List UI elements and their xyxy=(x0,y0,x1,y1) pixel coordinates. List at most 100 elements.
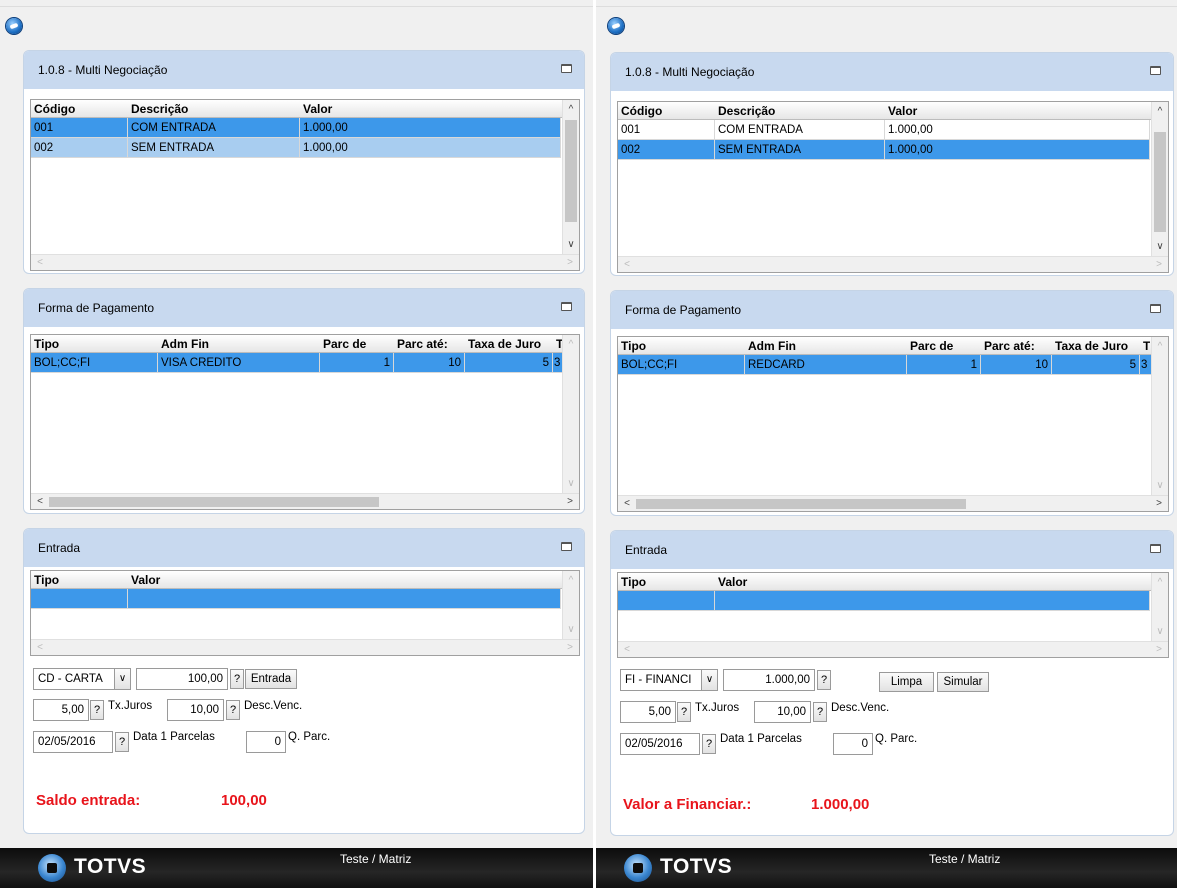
desc-venc-field[interactable]: 10,00 xyxy=(167,699,224,721)
column-header-taxa-juros[interactable]: Taxa de Juro xyxy=(465,335,553,352)
column-header-tipo[interactable]: Tipo xyxy=(618,337,745,354)
scroll-up-icon[interactable]: ^ xyxy=(1153,105,1167,119)
pagamento-grid[interactable]: Tipo Adm Fin Parc de Parc até: Taxa de J… xyxy=(30,334,580,510)
tipo-dropdown[interactable]: CD - CARTA ∨ xyxy=(33,668,131,690)
simular-button[interactable]: Simular xyxy=(937,672,989,692)
column-header-descricao[interactable]: Descrição xyxy=(128,100,300,117)
tx-juros-field[interactable]: 5,00 xyxy=(620,701,676,723)
tipo-dropdown[interactable]: FI - FINANCI ∨ xyxy=(620,669,718,691)
limpa-button[interactable]: Limpa xyxy=(879,672,934,692)
column-header-valor[interactable]: Valor xyxy=(885,102,1147,119)
table-row[interactable] xyxy=(618,591,1150,611)
scroll-left-icon[interactable]: < xyxy=(620,497,634,511)
scroll-right-icon[interactable]: > xyxy=(1152,497,1166,511)
horizontal-scrollbar[interactable]: < > xyxy=(31,493,579,509)
vertical-scrollbar[interactable]: ^ ∨ xyxy=(562,571,579,639)
help-button[interactable]: ? xyxy=(115,732,129,752)
minimize-icon[interactable] xyxy=(1150,544,1161,553)
entrada-grid[interactable]: Tipo Valor ^ ∨ < > xyxy=(30,570,580,656)
data-parcela-field[interactable]: 02/05/2016 xyxy=(33,731,113,753)
negociacao-grid[interactable]: Código Descrição Valor 001 COM ENTRADA 1… xyxy=(617,101,1169,273)
horizontal-scrollbar[interactable]: < > xyxy=(618,495,1168,511)
entrada-button[interactable]: Entrada xyxy=(245,669,297,689)
help-button[interactable]: ? xyxy=(702,734,716,754)
scroll-left-icon[interactable]: < xyxy=(33,641,47,655)
scroll-right-icon[interactable]: > xyxy=(563,256,577,270)
scroll-left-icon[interactable]: < xyxy=(620,258,634,272)
column-header-tipo[interactable]: Tipo xyxy=(31,571,128,588)
column-header-parc-ate[interactable]: Parc até: xyxy=(394,335,465,352)
entrada-amount-field[interactable]: 100,00 xyxy=(136,668,228,690)
help-button[interactable]: ? xyxy=(230,669,244,689)
column-header-codigo[interactable]: Código xyxy=(618,102,715,119)
minimize-icon[interactable] xyxy=(1150,66,1161,75)
column-header-tipo[interactable]: Tipo xyxy=(31,335,158,352)
help-button[interactable]: ? xyxy=(813,702,827,722)
help-button[interactable]: ? xyxy=(226,700,240,720)
pagamento-grid[interactable]: Tipo Adm Fin Parc de Parc até: Taxa de J… xyxy=(617,336,1169,512)
column-header-parc-ate[interactable]: Parc até: xyxy=(981,337,1052,354)
horizontal-scrollbar[interactable]: < > xyxy=(618,641,1168,657)
scroll-down-icon[interactable]: ∨ xyxy=(564,623,578,637)
column-header-taxa-juros[interactable]: Taxa de Juro xyxy=(1052,337,1140,354)
scroll-down-icon[interactable]: ∨ xyxy=(564,238,578,252)
horizontal-scrollbar[interactable]: < > xyxy=(31,639,579,655)
q-parc-field[interactable]: 0 xyxy=(833,733,873,755)
entrada-grid[interactable]: Tipo Valor ^ ∨ < > xyxy=(617,572,1169,658)
entrada-amount-field[interactable]: 1.000,00 xyxy=(723,669,815,691)
column-header-tipo[interactable]: Tipo xyxy=(618,573,715,590)
tx-juros-field[interactable]: 5,00 xyxy=(33,699,89,721)
vertical-scrollbar[interactable]: ^ ∨ xyxy=(562,335,579,493)
horizontal-scrollbar[interactable]: < > xyxy=(618,256,1168,272)
scroll-left-icon[interactable]: < xyxy=(33,495,47,509)
scroll-thumb[interactable] xyxy=(565,120,577,222)
scroll-down-icon[interactable]: ∨ xyxy=(1153,479,1167,493)
scroll-up-icon[interactable]: ^ xyxy=(564,338,578,352)
column-header-valor[interactable]: Valor xyxy=(300,100,558,117)
table-row[interactable]: BOL;CC;FI VISA CREDITO 1 10 5 3 xyxy=(31,353,563,373)
minimize-icon[interactable] xyxy=(561,64,572,73)
table-row[interactable]: 002 SEM ENTRADA 1.000,00 xyxy=(618,140,1150,160)
minimize-icon[interactable] xyxy=(561,302,572,311)
column-header-parc-de[interactable]: Parc de xyxy=(320,335,394,352)
scroll-up-icon[interactable]: ^ xyxy=(564,103,578,117)
data-parcela-field[interactable]: 02/05/2016 xyxy=(620,733,700,755)
negociacao-grid[interactable]: Código Descrição Valor 001 COM ENTRADA 1… xyxy=(30,99,580,271)
scroll-down-icon[interactable]: ∨ xyxy=(1153,240,1167,254)
scroll-up-icon[interactable]: ^ xyxy=(1153,576,1167,590)
globe-icon[interactable] xyxy=(6,18,22,34)
table-row[interactable] xyxy=(31,589,561,609)
scroll-thumb[interactable] xyxy=(49,497,379,507)
scroll-right-icon[interactable]: > xyxy=(563,495,577,509)
scroll-down-icon[interactable]: ∨ xyxy=(1153,625,1167,639)
column-header-descricao[interactable]: Descrição xyxy=(715,102,885,119)
scroll-down-icon[interactable]: ∨ xyxy=(564,477,578,491)
q-parc-field[interactable]: 0 xyxy=(246,731,286,753)
desc-venc-field[interactable]: 10,00 xyxy=(754,701,811,723)
column-header-valor[interactable]: Valor xyxy=(128,571,428,588)
column-header-adm-fin[interactable]: Adm Fin xyxy=(745,337,907,354)
scroll-up-icon[interactable]: ^ xyxy=(1153,340,1167,354)
help-button[interactable]: ? xyxy=(90,700,104,720)
column-header-t[interactable]: T xyxy=(1140,337,1150,354)
chevron-down-icon[interactable]: ∨ xyxy=(701,670,717,690)
chevron-down-icon[interactable]: ∨ xyxy=(114,669,130,689)
scroll-right-icon[interactable]: > xyxy=(563,641,577,655)
table-row[interactable]: BOL;CC;FI REDCARD 1 10 5 3 xyxy=(618,355,1152,375)
table-row[interactable]: 001 COM ENTRADA 1.000,00 xyxy=(618,120,1150,140)
column-header-codigo[interactable]: Código xyxy=(31,100,128,117)
column-header-adm-fin[interactable]: Adm Fin xyxy=(158,335,320,352)
table-row[interactable]: 001 COM ENTRADA 1.000,00 xyxy=(31,118,561,138)
minimize-icon[interactable] xyxy=(561,542,572,551)
help-button[interactable]: ? xyxy=(677,702,691,722)
scroll-right-icon[interactable]: > xyxy=(1152,258,1166,272)
scroll-left-icon[interactable]: < xyxy=(33,256,47,270)
scroll-right-icon[interactable]: > xyxy=(1152,643,1166,657)
horizontal-scrollbar[interactable]: < > xyxy=(31,254,579,270)
vertical-scrollbar[interactable]: ^ ∨ xyxy=(1151,573,1168,641)
scroll-thumb[interactable] xyxy=(1154,132,1166,232)
globe-icon[interactable] xyxy=(608,18,624,34)
vertical-scrollbar[interactable]: ^ ∨ xyxy=(1151,337,1168,495)
scroll-up-icon[interactable]: ^ xyxy=(564,574,578,588)
scroll-thumb[interactable] xyxy=(636,499,966,509)
